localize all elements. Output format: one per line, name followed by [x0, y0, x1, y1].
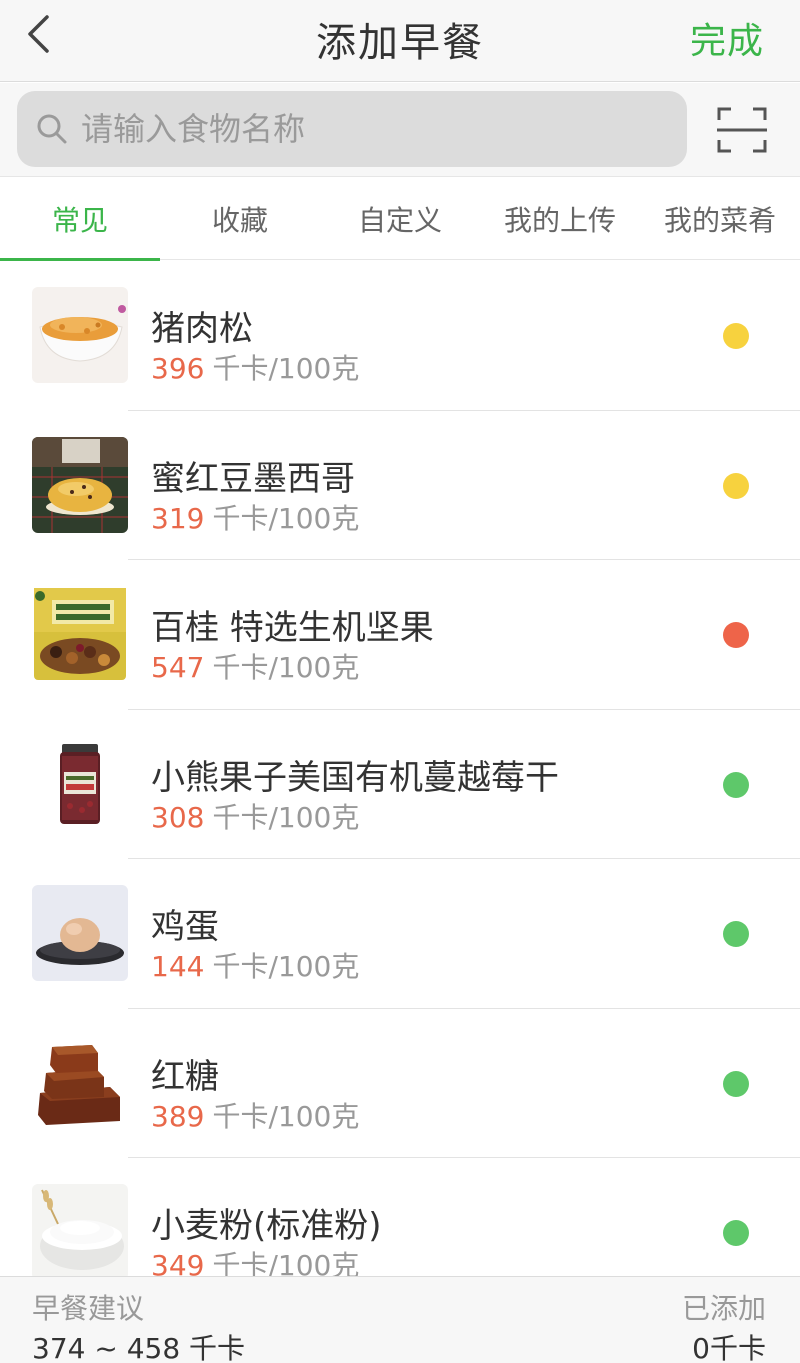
health-level-dot	[723, 1070, 749, 1097]
mixed-nuts-thumbnail	[32, 586, 128, 682]
suggestion-label: 早餐建议	[32, 1292, 145, 1325]
suggestion-value: 374 ~ 458 千卡	[32, 1332, 246, 1363]
calorie-number: 319	[151, 501, 205, 535]
calorie-unit: 千卡/100克	[212, 501, 360, 535]
food-calories: 319 千卡/100克	[151, 497, 359, 537]
tab-custom[interactable]: 自定义	[320, 178, 480, 260]
food-row-cranberry[interactable]: 小熊果子美国有机蔓越莓干 308 千卡/100克	[0, 710, 800, 859]
food-row-mixed-nuts[interactable]: 百桂 特选生机坚果 547 千卡/100克	[0, 560, 800, 710]
food-row-brown-sugar[interactable]: 红糖 389 千卡/100克	[0, 1009, 800, 1158]
search-bar	[0, 83, 800, 177]
food-name: 蜜红豆墨西哥	[151, 458, 355, 499]
search-box[interactable]	[17, 91, 687, 167]
tab-my-uploads[interactable]: 我的上传	[480, 178, 640, 260]
calorie-unit: 千卡/100克	[212, 950, 360, 983]
scan-barcode-icon[interactable]	[716, 105, 768, 155]
added-value: 0千卡	[692, 1332, 766, 1363]
red-bean-bun-thumbnail	[32, 436, 128, 533]
page-title: 添加早餐	[316, 20, 484, 66]
health-level-dot	[723, 323, 749, 349]
health-level-dot	[723, 921, 749, 947]
food-name: 鸡蛋	[151, 907, 219, 947]
nav-header: 添加早餐 完成	[0, 0, 800, 82]
brown-sugar-thumbnail	[32, 1034, 128, 1131]
food-calories: 389 千卡/100克	[151, 1095, 359, 1135]
food-row-red-bean-bun[interactable]: 蜜红豆墨西哥 319 千卡/100克	[0, 411, 800, 560]
food-calories: 547 千卡/100克	[151, 646, 359, 686]
food-calories: 308 千卡/100克	[151, 796, 359, 836]
food-name: 小熊果子美国有机蔓越莓干	[151, 757, 559, 798]
calorie-number: 144	[151, 950, 205, 983]
food-calories: 144 千卡/100克	[151, 945, 359, 985]
food-row-egg[interactable]: 鸡蛋 144 千卡/100克	[0, 859, 800, 1009]
category-tabs: 常见 收藏 自定义 我的上传 我的菜肴	[0, 178, 800, 261]
health-level-dot	[723, 622, 749, 648]
search-icon	[37, 114, 67, 144]
food-name: 红糖	[151, 1056, 219, 1097]
done-button[interactable]: 完成	[690, 12, 764, 64]
calorie-number: 547	[151, 651, 205, 684]
food-name: 小麦粉(标准粉)	[151, 1206, 382, 1246]
calorie-unit: 千卡/100克	[212, 352, 360, 385]
food-name: 百桂 特选生机坚果	[151, 608, 434, 648]
cranberry-jar-thumbnail	[32, 735, 128, 832]
food-list: 猪肉松 396 千卡/100克 蜜红豆墨西哥 319 千卡/100克 百桂 特选…	[0, 261, 800, 1308]
egg-thumbnail	[32, 885, 128, 981]
tab-my-dishes[interactable]: 我的菜肴	[640, 178, 800, 260]
tab-favorites[interactable]: 收藏	[160, 178, 320, 260]
search-input[interactable]	[81, 110, 641, 148]
calorie-unit: 千卡/100克	[212, 800, 360, 834]
wheat-flour-thumbnail	[32, 1184, 128, 1280]
health-level-dot	[723, 1220, 749, 1246]
food-name: 猪肉松	[151, 309, 253, 349]
calorie-number: 389	[151, 1099, 205, 1133]
pork-floss-thumbnail	[32, 287, 128, 383]
health-level-dot	[723, 771, 749, 798]
calorie-unit: 千卡/100克	[212, 1099, 360, 1133]
health-level-dot	[723, 472, 749, 499]
calorie-number: 396	[151, 352, 205, 385]
food-calories: 396 千卡/100克	[151, 347, 359, 387]
calorie-unit: 千卡/100克	[212, 651, 360, 684]
summary-bar: 早餐建议 374 ~ 458 千卡 已添加 0千卡	[0, 1276, 800, 1363]
food-row-pork-floss[interactable]: 猪肉松 396 千卡/100克	[0, 261, 800, 411]
tab-common[interactable]: 常见	[0, 178, 160, 261]
calorie-number: 308	[151, 800, 205, 834]
added-label: 已添加	[681, 1292, 766, 1325]
